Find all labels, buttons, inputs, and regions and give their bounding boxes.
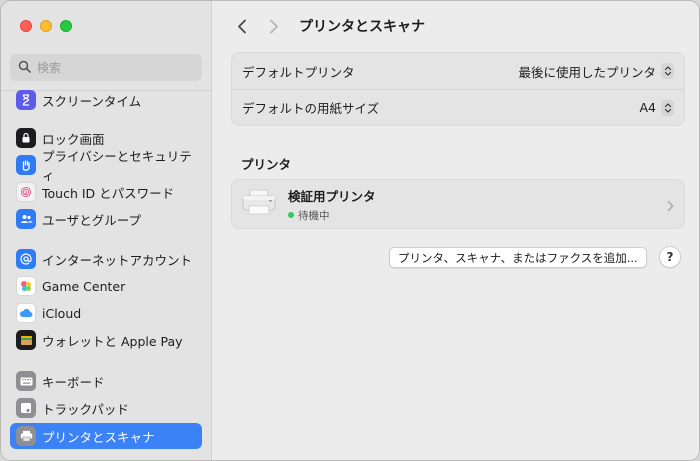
- hand-icon: [16, 155, 36, 175]
- help-button[interactable]: ?: [659, 246, 681, 268]
- printers-section-title: プリンタ: [241, 157, 292, 172]
- search-input[interactable]: [37, 60, 187, 75]
- sidebar-item-printers-scanners[interactable]: プリンタとスキャナ: [10, 423, 202, 449]
- back-button[interactable]: [231, 15, 253, 37]
- updown-chevron-icon: [661, 99, 674, 116]
- printer-icon: [16, 426, 36, 446]
- sidebar-item-touch-id[interactable]: Touch ID とパスワード: [10, 179, 202, 205]
- sidebar-item-label: プリンタとスキャナ: [42, 429, 155, 445]
- sidebar-item-label: Touch ID とパスワード: [42, 185, 175, 201]
- default-printer-value: 最後に使用したプリンタ: [518, 64, 656, 80]
- chevron-right-icon: [667, 197, 674, 216]
- paper-size-label: デフォルトの用紙サイズ: [242, 101, 380, 116]
- add-printer-button[interactable]: プリンタ、スキャナ、またはファクスを追加...: [389, 247, 647, 268]
- trackpad-icon: [16, 398, 36, 418]
- icloud-icon: [16, 303, 36, 323]
- sidebar-item-trackpad[interactable]: トラックパッド: [10, 395, 202, 421]
- sidebar-item-game-center[interactable]: Game Center: [10, 273, 202, 299]
- close-window-button[interactable]: [20, 20, 32, 32]
- system-settings-window: スクリーンタイム ロック画面 プライバシーとセキュリティ Touch ID とパ…: [0, 0, 700, 461]
- printer-list-item[interactable]: 検証用プリンタ 待機中: [232, 180, 684, 228]
- sidebar-item-users-groups[interactable]: ユーザとグループ: [10, 206, 202, 232]
- main-pane: プリンタとスキャナ デフォルトプリンタ 最後に使用したプリンタ デフォルトの用紙…: [213, 1, 699, 460]
- hourglass-icon: [16, 90, 36, 110]
- game-center-icon: [16, 276, 36, 296]
- sidebar-item-label: スクリーンタイム: [42, 93, 142, 109]
- keyboard-icon: [16, 371, 36, 391]
- sidebar-search: [10, 54, 202, 81]
- sidebar-item-keyboard[interactable]: キーボード: [10, 368, 202, 394]
- zoom-window-button[interactable]: [60, 20, 72, 32]
- minimize-window-button[interactable]: [40, 20, 52, 32]
- default-printer-row: デフォルトプリンタ 最後に使用したプリンタ: [232, 53, 684, 89]
- sidebar-item-wallet[interactable]: ウォレットと Apple Pay: [10, 327, 202, 353]
- search-icon: [18, 58, 31, 77]
- users-icon: [16, 209, 36, 229]
- printer-name: 検証用プリンタ: [288, 188, 376, 204]
- sidebar-item-internet-accounts[interactable]: インターネットアカウント: [10, 246, 202, 272]
- default-printer-label: デフォルトプリンタ: [242, 64, 355, 80]
- forward-button[interactable]: [263, 15, 285, 37]
- wallet-icon: [16, 330, 36, 350]
- sidebar: スクリーンタイム ロック画面 プライバシーとセキュリティ Touch ID とパ…: [1, 1, 212, 460]
- navigation-controls: [231, 15, 285, 37]
- paper-size-value: A4: [639, 100, 656, 115]
- sidebar-item-label: キーボード: [42, 374, 105, 390]
- paper-size-popup[interactable]: A4: [639, 99, 674, 116]
- lock-screen-icon: [16, 128, 36, 148]
- sidebar-item-label: iCloud: [42, 305, 82, 321]
- status-dot-icon: [288, 212, 294, 218]
- printer-info: 検証用プリンタ 待機中: [288, 186, 376, 223]
- sidebar-item-label: トラックパッド: [42, 401, 129, 417]
- window-controls: [20, 20, 72, 32]
- printers-list-card: 検証用プリンタ 待機中: [231, 179, 685, 229]
- sidebar-item-label: インターネットアカウント: [42, 252, 193, 268]
- sidebar-item-label: ユーザとグループ: [42, 212, 142, 228]
- sidebar-item-screen-time[interactable]: スクリーンタイム: [10, 87, 202, 113]
- sidebar-item-label: Game Center: [42, 278, 126, 294]
- sidebar-item-icloud[interactable]: iCloud: [10, 300, 202, 326]
- sidebar-item-label: ウォレットと Apple Pay: [42, 333, 183, 349]
- page-title: プリンタとスキャナ: [299, 19, 425, 35]
- sidebar-item-privacy-security[interactable]: プライバシーとセキュリティ: [10, 149, 202, 183]
- printer-status: 待機中: [288, 208, 376, 223]
- defaults-card: デフォルトプリンタ 最後に使用したプリンタ デフォルトの用紙サイズ A4: [231, 52, 685, 126]
- fingerprint-icon: [16, 182, 36, 202]
- sidebar-item-label: ロック画面: [42, 131, 105, 147]
- printer-device-icon: [242, 188, 276, 220]
- paper-size-row: デフォルトの用紙サイズ A4: [232, 89, 684, 125]
- updown-chevron-icon: [661, 63, 674, 79]
- at-icon: [16, 249, 36, 269]
- printer-status-text: 待機中: [298, 209, 330, 222]
- default-printer-popup[interactable]: 最後に使用したプリンタ: [518, 62, 674, 81]
